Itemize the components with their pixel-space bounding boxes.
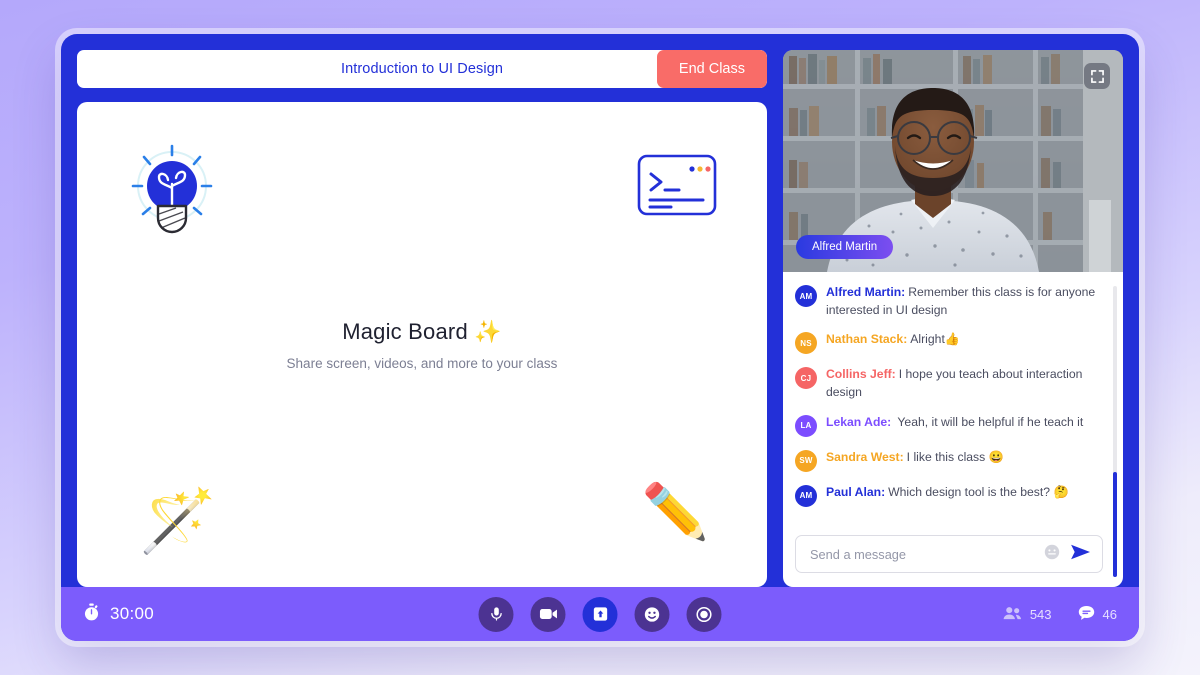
magic-board-empty-state: Magic Board ✨ Share screen, videos, and … [77,319,767,371]
chat-count-value: 46 [1102,606,1117,622]
list-item: SW Sandra West: I like this class 😀 [795,449,1101,472]
avatar: LA [795,414,817,437]
chat-input-row[interactable] [795,535,1103,573]
meeting-stats: 543 46 [1003,605,1117,624]
message-text: I like this class 😀 [906,449,1004,464]
participants-value: 543 [1029,606,1052,622]
magic-board-title: Magic Board ✨ [342,318,502,344]
chat-bubble-icon [1078,605,1095,624]
class-timer: 30:00 [83,602,155,626]
chat-panel: AM Alfred Martin: Remember this class is … [783,272,1123,587]
record-button[interactable] [686,596,722,632]
presenter-name-badge: Alfred Martin [796,235,894,259]
avatar: SW [795,449,817,472]
chat-message-list[interactable]: AM Alfred Martin: Remember this class is … [795,284,1115,529]
message-author: Sandra West: [826,449,904,464]
list-item: LA Lekan Ade: Yeah, it will be helpful i… [795,414,1101,437]
message-body: Collins Jeff: I hope you teach about inte… [826,366,1101,401]
avatar: NS [795,332,817,355]
pencil-emoji: ✏️ [641,482,709,542]
message-body: Sandra West: I like this class 😀 [826,449,1004,467]
stopwatch-icon [83,602,100,626]
chat-input-wrapper [795,529,1115,587]
left-column: Introduction to UI Design End Class 🪄 ✏️… [77,50,767,587]
magic-wand-emoji: 🪄 [139,487,217,556]
media-controls [478,596,722,632]
list-item: CJ Collins Jeff: I hope you teach about i… [795,366,1101,401]
message-body: Lekan Ade: Yeah, it will be helpful if h… [826,414,1083,432]
message-author: Paul Alan: [826,484,886,499]
message-author: Nathan Stack: [826,332,908,347]
lightbulb-idea-icon [129,144,215,245]
message-text: Yeah, it will be helpful if he teach it [894,414,1084,429]
camera-button[interactable] [530,596,566,632]
class-topbar: Introduction to UI Design End Class [77,50,767,88]
avatar: CJ [795,367,817,390]
message-input[interactable] [810,546,1034,562]
microphone-button[interactable] [478,596,514,632]
chat-scrollbar-thumb[interactable] [1113,472,1117,577]
participants-count[interactable]: 543 [1003,606,1052,623]
share-screen-button[interactable] [582,596,618,632]
classroom-app-window: Introduction to UI Design End Class 🪄 ✏️… [61,34,1139,641]
message-body: Alfred Martin: Remember this class is for… [826,284,1101,319]
page-title: Introduction to UI Design [340,61,504,77]
terminal-code-icon [637,154,717,221]
message-text: Which design tool is the best? 🤔 [888,484,1069,499]
message-text: Alright👍 [910,332,961,347]
list-item: NS Nathan Stack: Alright👍 [795,331,1101,355]
message-body: Paul Alan: Which design tool is the best?… [826,484,1069,502]
meeting-toolbar: 30:00 543 46 [61,587,1139,641]
magic-board-subtitle: Share screen, videos, and more to your c… [286,355,558,371]
right-panel: Alfred Martin AM Alfred Martin: Remember … [783,50,1123,587]
message-author: Alfred Martin: [826,285,906,299]
reaction-button[interactable] [634,596,670,632]
emoji-icon[interactable] [1044,544,1060,565]
fullscreen-icon[interactable] [1084,63,1110,89]
chat-count[interactable]: 46 [1078,605,1117,624]
avatar: AM [795,285,817,307]
end-class-button[interactable]: End Class [656,50,767,88]
chat-scrollbar[interactable] [1113,286,1117,577]
avatar: AM [795,484,817,507]
list-item: AM Paul Alan: Which design tool is the be… [795,484,1101,507]
page-background: Introduction to UI Design End Class 🪄 ✏️… [0,0,1200,675]
magic-board-canvas[interactable]: 🪄 ✏️ Magic Board ✨ Share screen, videos,… [77,102,767,587]
send-icon[interactable] [1070,543,1092,566]
message-body: Nathan Stack: Alright👍 [826,331,960,349]
message-author: Lekan Ade: [826,414,892,429]
people-icon [1003,606,1022,623]
message-author: Collins Jeff: [826,367,896,382]
presenter-video-tile[interactable]: Alfred Martin [783,50,1123,272]
timer-value: 30:00 [110,604,155,623]
app-body: Introduction to UI Design End Class 🪄 ✏️… [61,34,1139,587]
list-item: AM Alfred Martin: Remember this class is … [795,284,1101,319]
